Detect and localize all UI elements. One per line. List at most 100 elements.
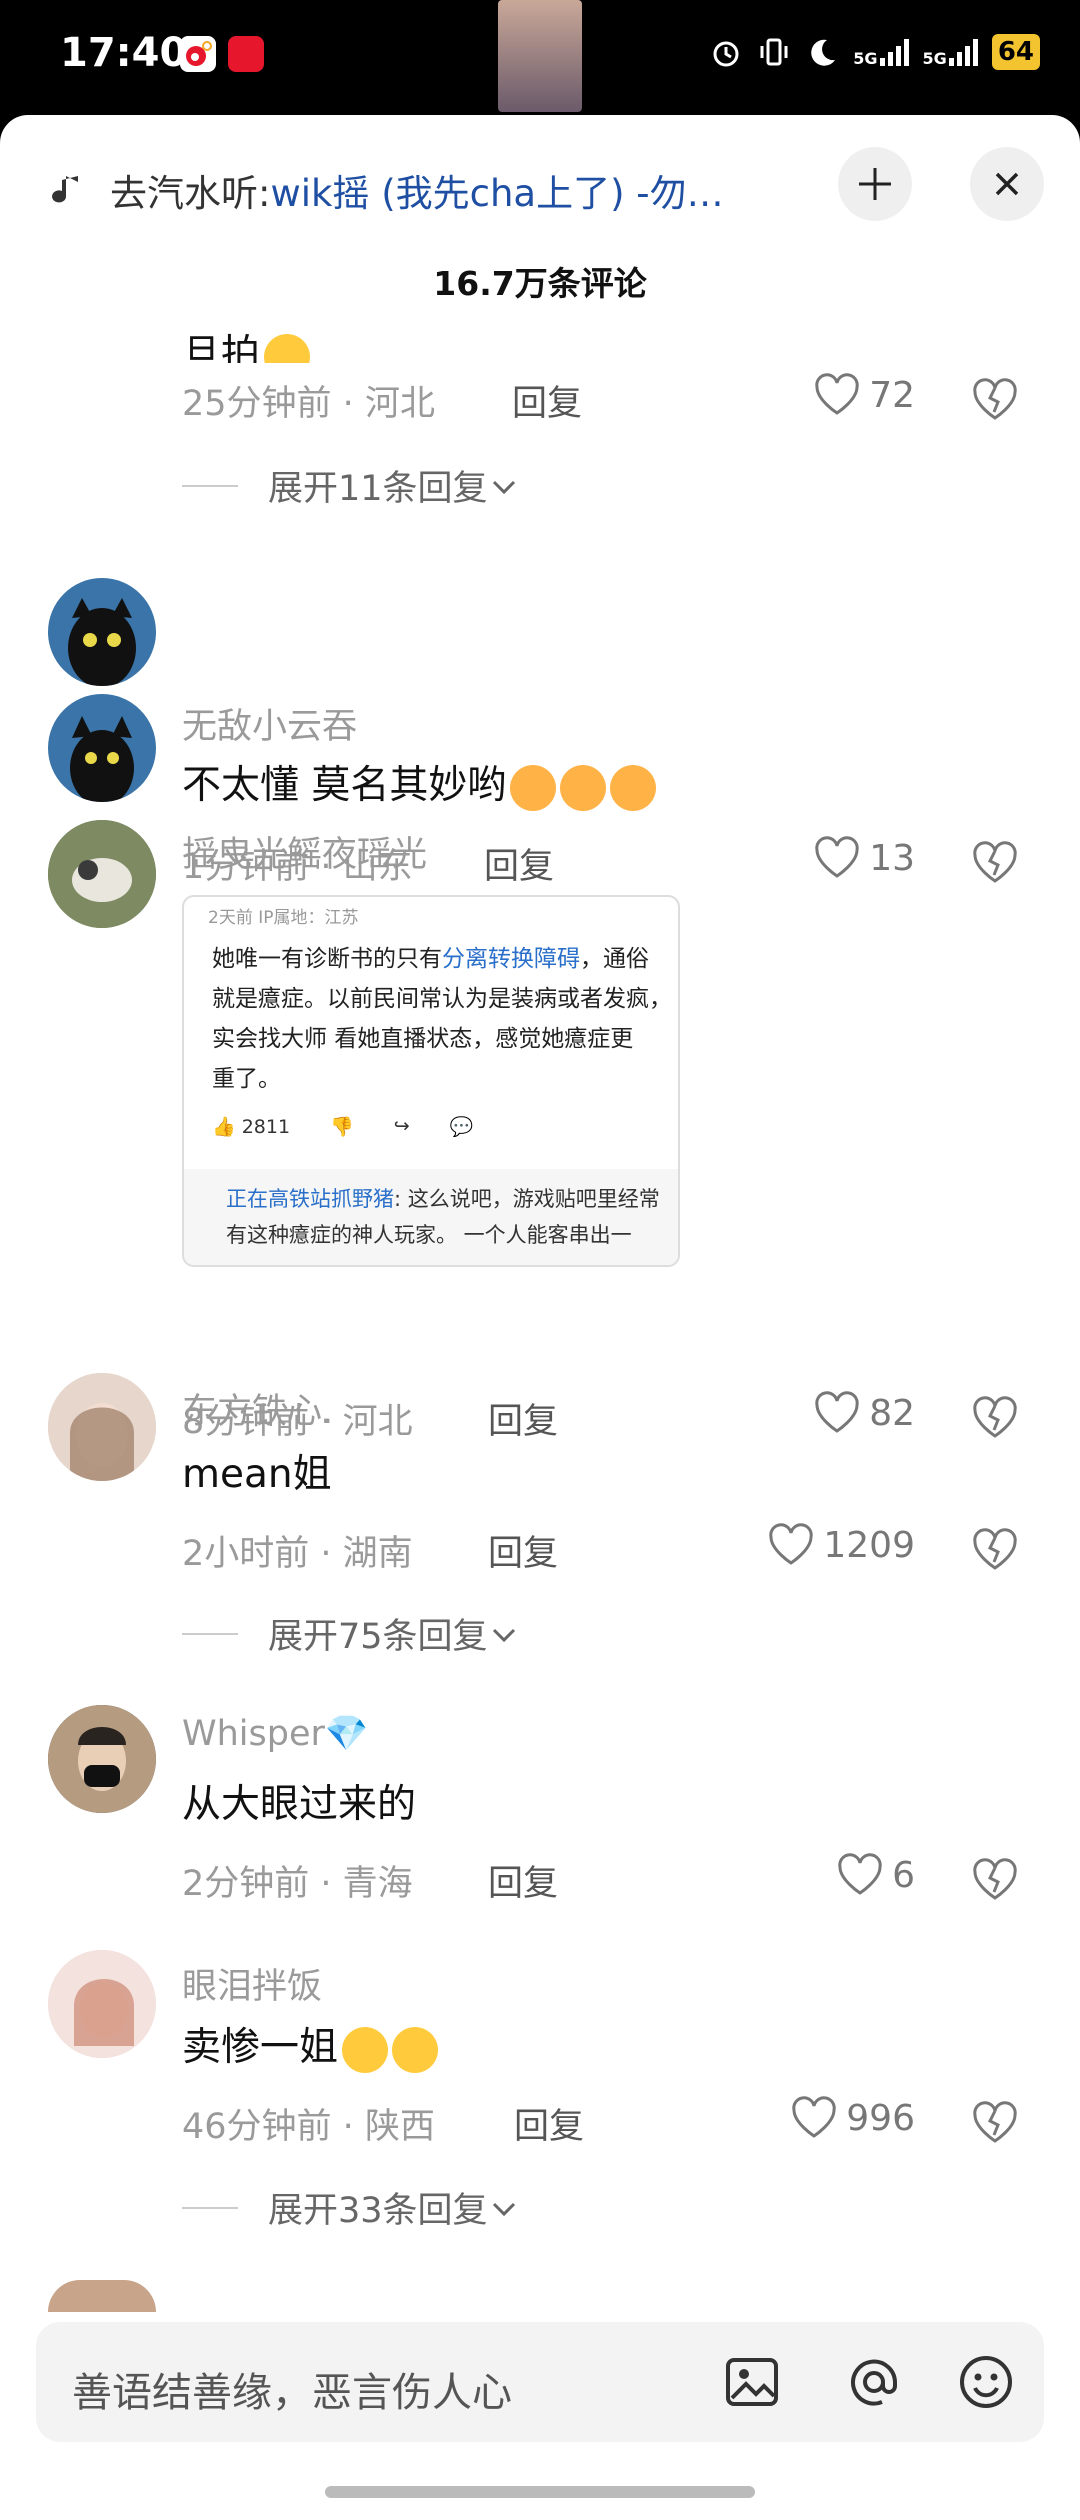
reply-button[interactable]: 回复 <box>514 2098 584 2149</box>
chevron-down-icon <box>492 480 515 494</box>
embedded-screenshot[interactable]: 2天前 IP属地：江苏 她唯一有诊断书的只有分离转换障碍，通俗 就是癔症。以前民… <box>182 895 680 1267</box>
battery-indicator: 64 <box>991 34 1040 70</box>
dislike-icon[interactable] <box>970 375 1020 423</box>
heart-icon <box>792 2096 836 2138</box>
close-icon <box>995 172 1019 196</box>
reply-button[interactable]: 回复 <box>488 1855 558 1906</box>
signal-2: 5G <box>923 38 978 67</box>
comment-text: 卖惨一姐 <box>182 2016 439 2073</box>
music-note-icon <box>52 176 78 203</box>
username[interactable]: 摇曳光鳐夜瑶光 <box>182 826 427 877</box>
like-button[interactable]: 82 <box>813 1391 915 1435</box>
comment-meta: 46分钟前 · 陕西 <box>182 2107 435 2147</box>
like-button[interactable]: 6 <box>836 1853 915 1897</box>
heart-icon <box>815 373 859 415</box>
username[interactable]: Whisper💎 <box>182 1713 368 1754</box>
heart-icon <box>838 1853 882 1895</box>
xiaohongshu-icon <box>228 36 264 72</box>
emoji-icon[interactable] <box>956 2352 1016 2412</box>
comment-text: 旦拍 <box>182 323 311 363</box>
thumbs-up-icon: 👍 <box>212 1116 236 1138</box>
reply-button[interactable]: 回复 <box>512 375 582 426</box>
username[interactable]: 无敌小云吞 <box>182 698 357 749</box>
like-count: 72 <box>869 374 915 416</box>
username[interactable]: 东方铁心. <box>182 1383 333 1434</box>
avatar[interactable] <box>48 1373 156 1481</box>
expand-replies-button[interactable]: 展开33条回复 <box>182 2182 520 2233</box>
chevron-down-icon <box>492 2202 515 2216</box>
dislike-icon[interactable] <box>970 2098 1020 2146</box>
weibo-icon <box>180 36 216 72</box>
avatar[interactable] <box>48 1705 156 1813</box>
comment-sheet: 去汽水听: wik摇 (我先cha上了) -勿… 16.7万条评论 旦拍 25分… <box>0 115 1080 2520</box>
comment-count: 16.7万条评论 <box>433 264 647 303</box>
embed-meta: 2天前 IP属地：江苏 <box>208 908 359 928</box>
comment-input[interactable]: 善语结善缘，恶言伤人心 <box>72 2360 512 2418</box>
comment-text: 不太懂 莫名其妙哟 <box>182 754 657 811</box>
heart-icon <box>769 1523 814 1565</box>
collapse-icon <box>859 168 891 200</box>
like-count: 82 <box>869 1392 915 1434</box>
dislike-icon[interactable] <box>970 1525 1020 1573</box>
like-count: 6 <box>892 1854 915 1896</box>
embed-reply: 正在高铁站抓野猪: 这么说吧，游戏贴吧里经常 有这种癔症的神人玩家。 一个人能客串… <box>184 1169 678 1265</box>
music-song-title: wik摇 (我先cha上了) -勿… <box>270 172 724 215</box>
crying-emoji-icon <box>392 2026 439 2073</box>
heart-icon <box>815 836 859 878</box>
like-count: 13 <box>869 837 915 879</box>
avatar[interactable] <box>48 1950 156 2058</box>
alarm-icon <box>713 41 739 67</box>
hug-emoji-icon <box>510 764 557 811</box>
avatar[interactable] <box>48 578 156 686</box>
embed-body: 她唯一有诊断书的只有分离转换障碍，通俗 就是癔症。以前民间常认为是装病或者发疯，… <box>212 946 672 1092</box>
like-count: 996 <box>846 2097 915 2139</box>
do-not-disturb-icon <box>811 39 836 66</box>
avatar[interactable] <box>48 2280 156 2312</box>
reply-button[interactable]: 回复 <box>484 838 554 889</box>
reply-button[interactable]: 回复 <box>488 1393 558 1444</box>
collapse-button[interactable] <box>838 147 912 221</box>
share-icon: ↪ <box>393 1115 410 1137</box>
dislike-icon[interactable] <box>970 1393 1020 1441</box>
expand-replies-button[interactable]: 展开11条回复 <box>182 460 520 511</box>
like-button[interactable]: 996 <box>790 2096 915 2140</box>
signal-1: 5G <box>853 38 909 67</box>
clock: 17:40 <box>60 30 188 76</box>
comment-icon: 💬 <box>449 1116 474 1138</box>
thumbs-down-icon: 👎 <box>330 1116 354 1138</box>
comment-text: mean姐 <box>182 1452 332 1497</box>
embed-actions: 👍 2811 👎 ↪ 💬 <box>212 1115 474 1138</box>
comment-meta: 2小时前 · 湖南 <box>182 1534 413 1574</box>
comment-text: 从大眼过来的 <box>182 1782 417 1827</box>
camera-preview <box>498 0 582 112</box>
like-button[interactable]: 72 <box>813 373 915 417</box>
teary-emoji-icon <box>342 2026 389 2073</box>
avatar[interactable] <box>48 694 156 802</box>
mention-icon[interactable] <box>844 2352 904 2412</box>
dislike-icon[interactable] <box>970 838 1020 886</box>
diamond-icon: 💎 <box>324 1714 369 1754</box>
like-count: 1209 <box>823 1524 915 1566</box>
like-button[interactable]: 1209 <box>767 1523 915 1567</box>
comment-meta: 25分钟前 · 河北 <box>182 384 435 424</box>
music-prefix: 去汽水听: <box>110 172 271 215</box>
status-bar: 17:40 5G 5G 64 <box>0 0 1080 115</box>
dislike-icon[interactable] <box>970 1855 1020 1903</box>
heart-icon <box>815 1391 859 1433</box>
avatar[interactable] <box>48 820 156 928</box>
home-indicator[interactable] <box>325 2486 755 2498</box>
image-icon[interactable] <box>722 2352 782 2412</box>
expand-replies-button[interactable]: 展开75条回复 <box>182 1608 520 1659</box>
vibrate-icon <box>760 38 788 66</box>
close-button[interactable] <box>970 147 1044 221</box>
comment-input-bar[interactable]: 善语结善缘，恶言伤人心 <box>36 2322 1044 2442</box>
comment-meta: 2分钟前 · 青海 <box>182 1864 413 1904</box>
chevron-down-icon <box>492 1628 515 1642</box>
username[interactable]: 眼泪拌饭 <box>182 1958 322 2009</box>
reply-button[interactable]: 回复 <box>488 1525 558 1576</box>
hug-emoji-icon <box>560 764 607 811</box>
grin-emoji-icon <box>264 333 311 363</box>
like-button[interactable]: 13 <box>813 836 915 880</box>
music-link[interactable]: 去汽水听: wik摇 (我先cha上了) -勿… <box>50 155 830 225</box>
hug-emoji-icon <box>610 764 657 811</box>
